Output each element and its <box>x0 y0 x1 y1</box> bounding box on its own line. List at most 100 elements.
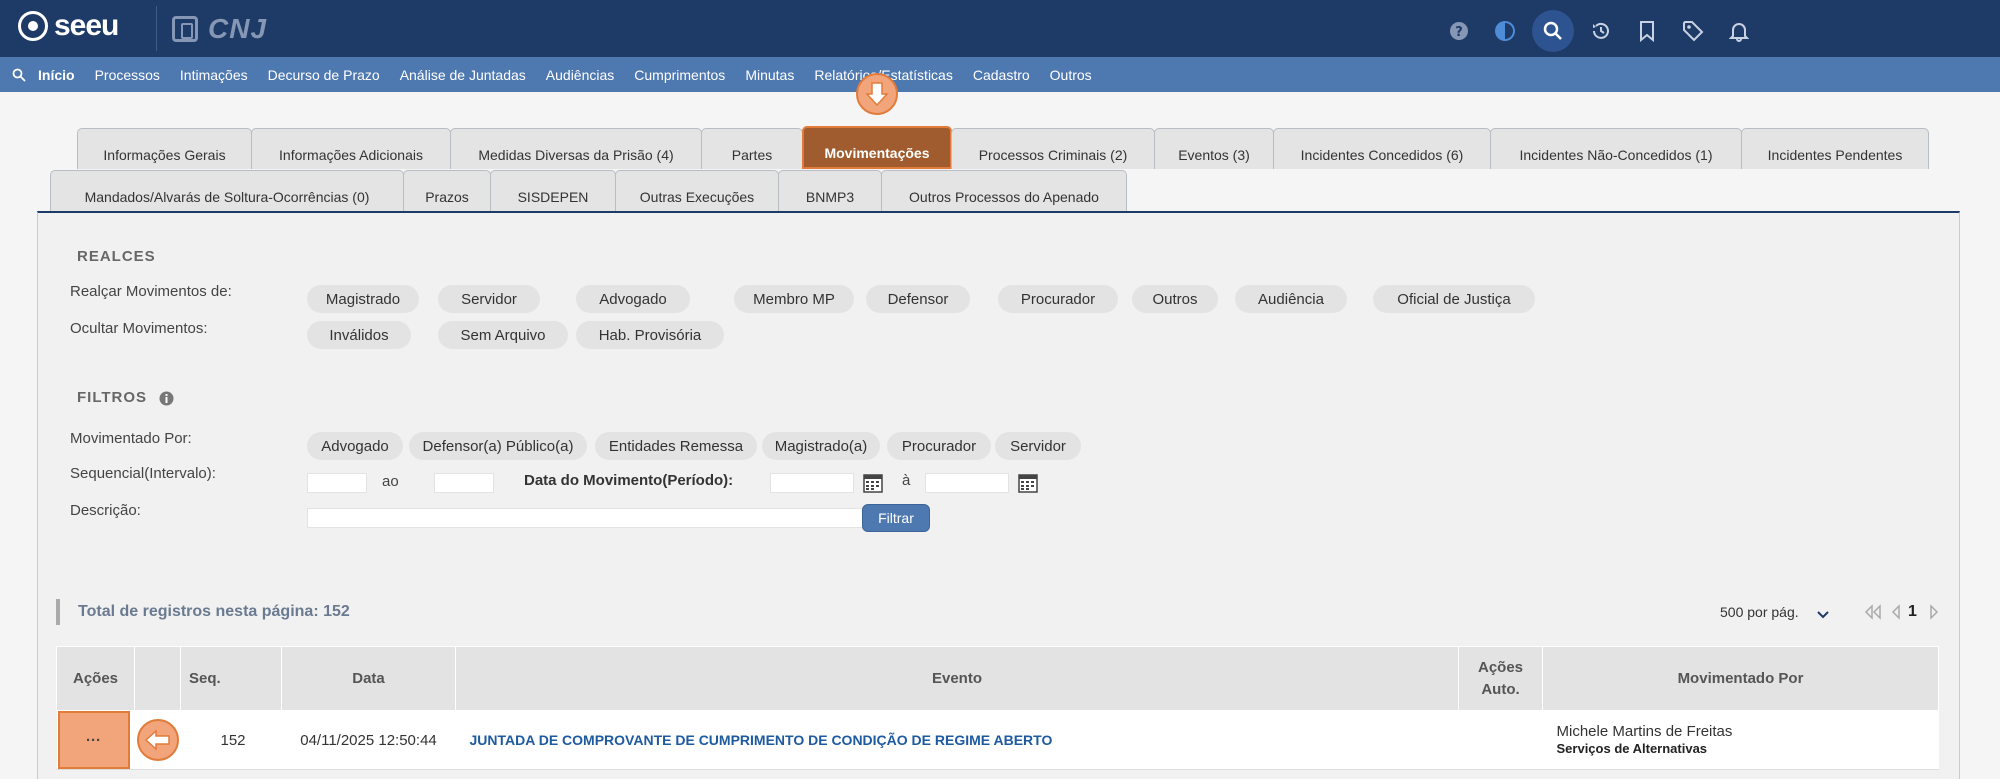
header-acoes: Ações <box>56 646 135 711</box>
history-icon[interactable] <box>1582 12 1620 50</box>
sequencial-fim-input[interactable] <box>434 473 494 493</box>
cnj-mark-icon <box>172 16 198 42</box>
nav-item-minutas[interactable]: Minutas <box>745 67 794 83</box>
tab-medidas-diversas[interactable]: Medidas Diversas da Prisão (4) <box>450 128 702 169</box>
seeu-logo-text: seeu <box>54 9 119 42</box>
ao-label: ao <box>382 473 399 490</box>
realcar-chip-advogado[interactable]: Advogado <box>576 285 690 313</box>
per-page-select[interactable]: 500 por pág. <box>1720 604 1799 620</box>
data-inicio-input[interactable] <box>770 473 854 493</box>
realces-title: REALCES <box>77 248 156 265</box>
bookmark-icon[interactable] <box>1628 12 1666 50</box>
data-movimento-label: Data do Movimento(Período): <box>524 472 734 489</box>
tab-informacoes-gerais[interactable]: Informações Gerais <box>77 128 252 169</box>
theme-icon[interactable] <box>1486 12 1524 50</box>
descricao-label: Descrição: <box>70 502 141 519</box>
data-fim-input[interactable] <box>925 473 1009 493</box>
topbar-divider <box>156 6 157 51</box>
filtrar-button[interactable]: Filtrar <box>862 504 930 532</box>
nav-item-analise-de-juntadas[interactable]: Análise de Juntadas <box>400 67 526 83</box>
header-acoes-auto-line1: Ações <box>1477 658 1524 676</box>
tab-incidentes-concedidos[interactable]: Incidentes Concedidos (6) <box>1273 128 1491 169</box>
info-icon[interactable] <box>159 391 174 406</box>
prev-page-icon[interactable] <box>1890 604 1902 624</box>
realcar-chip-audiencia[interactable]: Audiência <box>1235 285 1347 313</box>
tab-incidentes-pendentes[interactable]: Incidentes Pendentes <box>1741 128 1929 169</box>
row-acoes-auto <box>1458 710 1543 770</box>
main-nav: Início Processos Intimações Decurso de P… <box>0 57 2000 92</box>
calendar-icon[interactable] <box>863 473 883 493</box>
tab-sisdepen[interactable]: SISDEPEN <box>490 170 616 211</box>
nav-item-outros[interactable]: Outros <box>1050 67 1092 83</box>
nav-item-decurso-de-prazo[interactable]: Decurso de Prazo <box>268 67 380 83</box>
highlight-arrow-left-icon <box>136 719 179 761</box>
row-arrow-cell <box>134 710 181 770</box>
calendar-icon[interactable] <box>1018 473 1038 493</box>
tag-icon[interactable] <box>1674 12 1712 50</box>
header-movimentado-por[interactable]: Movimentado Por <box>1542 646 1939 711</box>
table-row: ··· 152 04/11/2025 12:50:44 JUNTADA DE C… <box>56 710 1939 770</box>
descricao-input[interactable] <box>307 508 863 528</box>
nav-item-cumprimentos[interactable]: Cumprimentos <box>634 67 725 83</box>
realcar-chip-membro-mp[interactable]: Membro MP <box>734 285 854 313</box>
realcar-chip-defensor[interactable]: Defensor <box>866 285 970 313</box>
tab-outros-processos[interactable]: Outros Processos do Apenado <box>881 170 1127 211</box>
seeu-logo-mark <box>18 11 48 41</box>
nav-item-cadastro[interactable]: Cadastro <box>973 67 1030 83</box>
tab-outras-execucoes[interactable]: Outras Execuções <box>615 170 779 211</box>
ocultar-chip-sem-arquivo[interactable]: Sem Arquivo <box>438 321 568 349</box>
row-seq: 152 <box>180 710 282 770</box>
chevron-down-icon[interactable] <box>1816 606 1830 625</box>
realcar-chip-servidor[interactable]: Servidor <box>438 285 540 313</box>
bell-icon[interactable] <box>1720 12 1758 50</box>
header-evento[interactable]: Evento <box>455 646 1459 711</box>
first-page-icon[interactable] <box>1862 604 1884 624</box>
row-movimentado-cell: Michele Martins de Freitas Serviços de A… <box>1542 710 1939 770</box>
ocultar-label: Ocultar Movimentos: <box>70 320 208 337</box>
tab-movimentacoes[interactable]: Movimentações <box>802 126 952 169</box>
tab-mandados-alvaras[interactable]: Mandados/Alvarás de Soltura-Ocorrências … <box>50 170 404 211</box>
tab-prazos[interactable]: Prazos <box>403 170 491 211</box>
tab-informacoes-adicionais[interactable]: Informações Adicionais <box>251 128 451 169</box>
movimentacoes-table: Ações Seq. Data Evento Ações Auto. Movim… <box>56 646 1939 770</box>
tab-partes[interactable]: Partes <box>701 128 803 169</box>
nav-item-audiencias[interactable]: Audiências <box>546 67 615 83</box>
realcar-chip-oficial-de-justica[interactable]: Oficial de Justiça <box>1373 285 1535 313</box>
header-seq[interactable]: Seq. <box>180 646 282 711</box>
next-page-icon[interactable] <box>1928 604 1940 624</box>
seeu-logo[interactable]: seeu <box>18 9 119 42</box>
tab-processos-criminais[interactable]: Processos Criminais (2) <box>951 128 1155 169</box>
sequencial-inicio-input[interactable] <box>307 473 367 493</box>
top-bar: seeu CNJ ? <box>0 0 2000 57</box>
header-data[interactable]: Data <box>281 646 456 711</box>
cnj-logo-text: CNJ <box>208 13 268 44</box>
search-icon[interactable] <box>1532 10 1574 52</box>
tab-bnmp3[interactable]: BNMP3 <box>778 170 882 211</box>
row-evento-link[interactable]: JUNTADA DE COMPROVANTE DE CUMPRIMENTO DE… <box>455 710 1459 770</box>
realcar-chip-outros[interactable]: Outros <box>1132 285 1218 313</box>
header-acoes-auto-line2: Auto. <box>1481 680 1520 698</box>
nav-item-processos[interactable]: Processos <box>95 67 160 83</box>
movimentado-chip-entidades-remessa[interactable]: Entidades Remessa <box>595 432 757 460</box>
row-actions-button[interactable]: ··· <box>57 711 130 769</box>
nav-item-inicio[interactable]: Início <box>38 67 75 83</box>
row-acoes-cell: ··· <box>56 710 135 770</box>
nav-search-icon[interactable] <box>0 68 38 82</box>
ocultar-chip-invalidos[interactable]: Inválidos <box>307 321 411 349</box>
realcar-chip-magistrado[interactable]: Magistrado <box>307 285 419 313</box>
tab-eventos[interactable]: Eventos (3) <box>1154 128 1274 169</box>
movimentado-chip-magistrado[interactable]: Magistrado(a) <box>762 432 880 460</box>
current-page-number[interactable]: 1 <box>1908 603 1917 621</box>
movimentado-chip-procurador[interactable]: Procurador <box>887 432 991 460</box>
nav-item-intimacoes[interactable]: Intimações <box>180 67 248 83</box>
row-movimentado-orgao: Serviços de Alternativas <box>1556 741 1708 756</box>
movimentado-chip-servidor[interactable]: Servidor <box>995 432 1081 460</box>
realcar-chip-procurador[interactable]: Procurador <box>998 285 1118 313</box>
movimentado-por-label: Movimentado Por: <box>70 430 192 447</box>
tab-incidentes-nao-concedidos[interactable]: Incidentes Não-Concedidos (1) <box>1490 128 1742 169</box>
row-movimentado-nome: Michele Martins de Freitas <box>1556 723 1733 740</box>
ocultar-chip-hab-provisoria[interactable]: Hab. Provisória <box>576 321 724 349</box>
movimentado-chip-advogado[interactable]: Advogado <box>307 432 403 460</box>
movimentado-chip-defensor-publico[interactable]: Defensor(a) Público(a) <box>409 432 587 460</box>
help-icon[interactable]: ? <box>1440 12 1478 50</box>
